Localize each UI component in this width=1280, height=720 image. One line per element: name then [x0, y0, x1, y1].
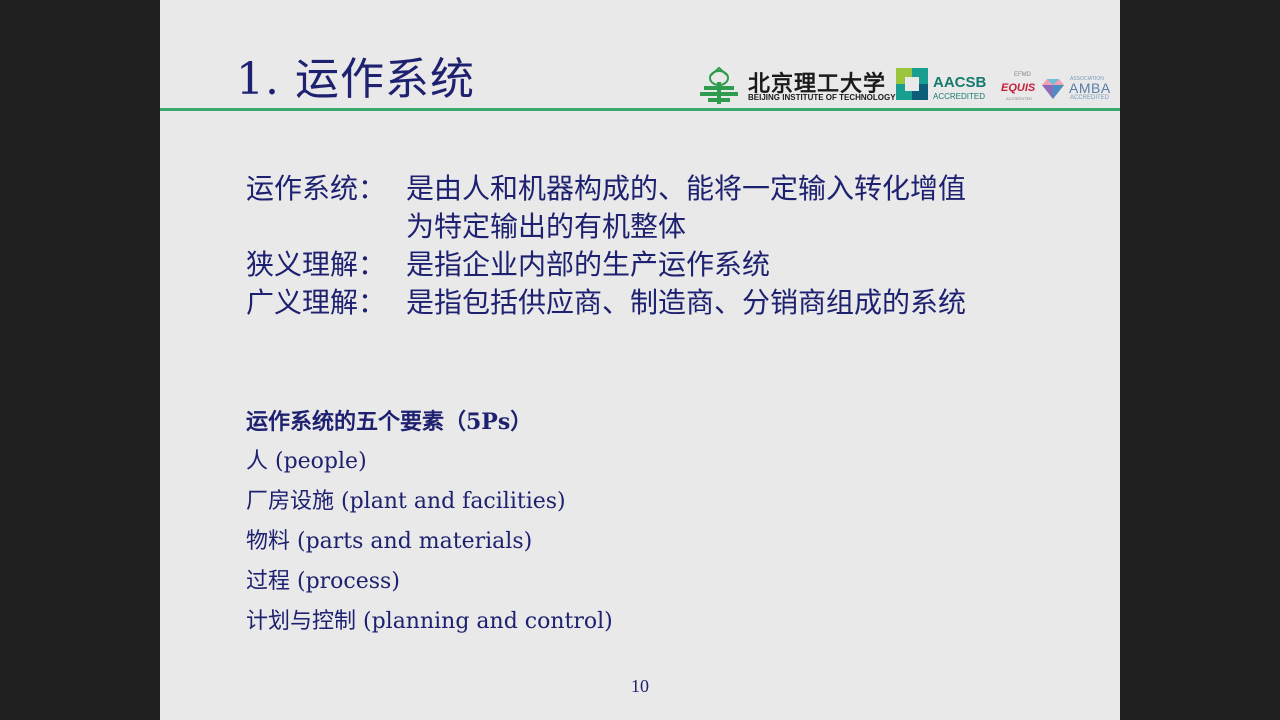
element-item: 厂房设施 (plant and facilities)	[246, 489, 566, 514]
elements-heading: 运作系统的五个要素（5Ps）	[246, 409, 533, 435]
logo-bar: 北京理工大学 BEIJING INSTITUTE OF TECHNOLOGY A…	[696, 62, 1120, 108]
equis-label: EQUIS	[1001, 82, 1036, 94]
definition-term: 运作系统：	[246, 172, 387, 205]
definition-body: 是指包括供应商、制造商、分销商组成的系统	[406, 286, 967, 319]
definition-body: 是由人和机器构成的、能将一定输入转化增值 为特定输出的有机整体	[406, 170, 966, 246]
definition-term: 广义理解：	[246, 286, 387, 319]
definition-line: 是由人和机器构成的、能将一定输入转化增值	[406, 172, 967, 205]
definition-narrow: 狭义理解： 是指企业内部的生产运作系统	[246, 246, 966, 284]
page-number: 10	[631, 676, 649, 696]
element-item: 人 (people)	[246, 449, 367, 474]
definition-broad: 广义理解： 是指包括供应商、制造商、分销商组成的系统	[246, 284, 966, 322]
slide: 1. 运作系统 北京理工大学 BEIJING INSTITUTE OF TECH…	[160, 0, 1120, 720]
bit-emblem-icon	[700, 66, 738, 104]
definition-body: 是指企业内部的生产运作系统	[406, 248, 771, 281]
aacsb-label: AACSB	[933, 74, 987, 91]
definition-operations-system: 运作系统： 是由人和机器构成的、能将一定输入转化增值 为特定输出的有机整体	[246, 170, 966, 246]
presentation-frame: 1. 运作系统 北京理工大学 BEIJING INSTITUTE OF TECH…	[0, 0, 1280, 720]
definitions: 运作系统： 是由人和机器构成的、能将一定输入转化增值 为特定输出的有机整体 狭义…	[246, 170, 966, 322]
element-item: 物料 (parts and materials)	[246, 529, 533, 554]
title-divider	[160, 108, 1120, 111]
aacsb-accredited: ACCREDITED	[933, 92, 986, 101]
definition-line: 为特定输出的有机整体	[406, 210, 687, 243]
amba-accredited: ACCREDITED	[1070, 95, 1110, 101]
aacsb-logo-icon	[896, 68, 928, 100]
amba-label: AMBA	[1069, 80, 1111, 96]
element-item: 计划与控制 (planning and control)	[246, 609, 613, 634]
five-elements: 运作系统的五个要素（5Ps） 人 (people) 厂房设施 (plant an…	[246, 402, 613, 642]
amba-gem-icon	[1042, 79, 1064, 99]
slide-title: 1. 运作系统	[236, 54, 475, 105]
equis-accredited: ACCREDITED	[1006, 96, 1033, 101]
efmd-label: EFMD	[1014, 72, 1031, 78]
element-item: 过程 (process)	[246, 569, 400, 594]
university-name-en: BEIJING INSTITUTE OF TECHNOLOGY	[748, 93, 896, 102]
definition-term: 狭义理解：	[246, 248, 387, 281]
